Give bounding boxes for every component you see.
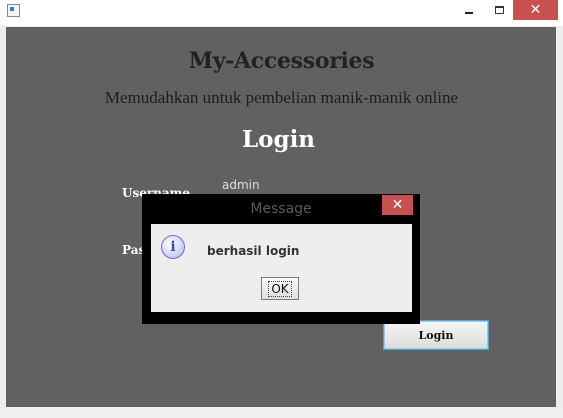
java-app-icon <box>7 4 20 17</box>
dialog-body: i berhasil login OK <box>151 224 412 312</box>
info-icon: i <box>161 235 185 259</box>
maximize-icon <box>494 6 504 14</box>
dialog-close-button[interactable]: ✕ <box>382 195 413 215</box>
dialog-message: berhasil login <box>207 244 300 258</box>
maximize-button[interactable] <box>485 0 513 20</box>
minimize-button[interactable] <box>455 0 483 20</box>
ok-button[interactable]: OK <box>261 277 299 300</box>
minimize-icon <box>465 12 473 14</box>
login-button[interactable]: Login <box>383 320 489 350</box>
message-dialog: Message ✕ i berhasil login OK <box>142 194 420 324</box>
close-icon: ✕ <box>391 197 404 213</box>
dialog-title: Message <box>250 201 312 217</box>
login-heading: Login <box>241 126 316 153</box>
app-subtitle: Memudahkan untuk pembelian manik-manik o… <box>104 88 459 107</box>
ok-label: OK <box>268 280 292 297</box>
window-close-button[interactable]: ✕ <box>513 0 558 20</box>
username-field[interactable]: admin <box>222 178 260 192</box>
window-titlebar: ✕ <box>0 0 563 26</box>
dialog-titlebar: Message ✕ <box>142 194 420 224</box>
close-icon: ✕ <box>529 2 542 18</box>
app-title: My-Accessories <box>188 48 375 74</box>
window-bottom-edge <box>0 409 563 418</box>
